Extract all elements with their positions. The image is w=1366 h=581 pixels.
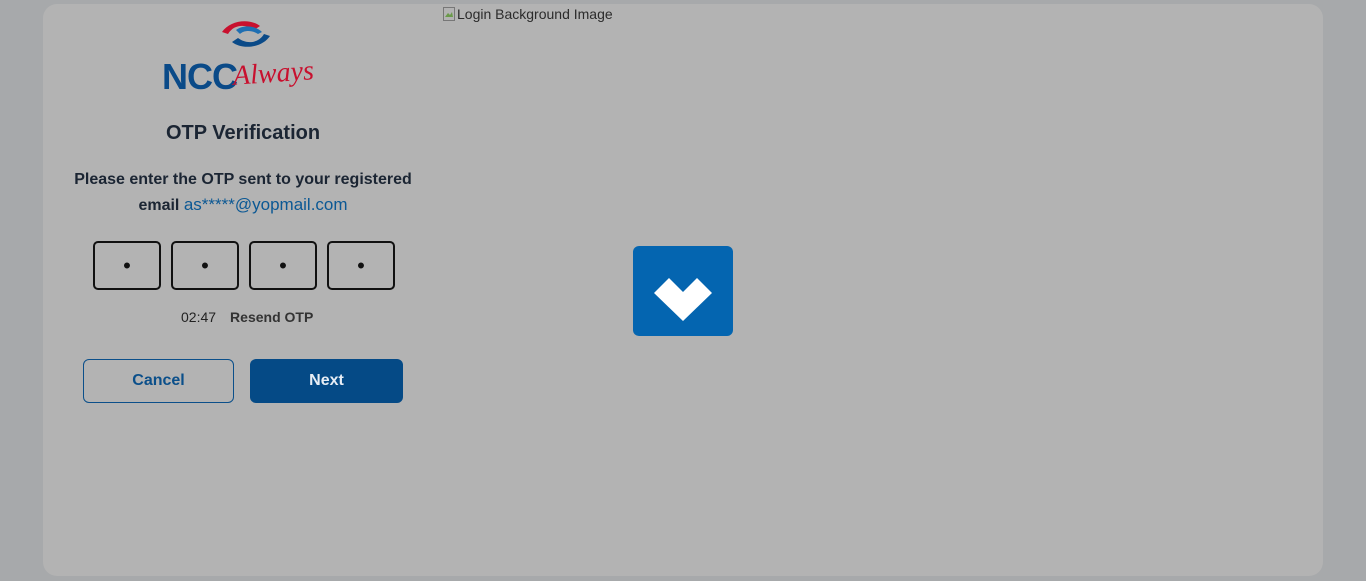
login-background-image: Login Background Image xyxy=(443,6,613,22)
heart-check-icon xyxy=(654,278,712,321)
broken-image-icon xyxy=(443,7,455,21)
instructions-email-prefix: email xyxy=(138,197,180,214)
otp-instructions: Please enter the OTP sent to your regist… xyxy=(43,167,443,218)
otp-timer-row: 02:47 Resend OTP xyxy=(181,309,313,325)
page-title: OTP Verification xyxy=(165,122,321,144)
cancel-button[interactable]: Cancel xyxy=(83,359,234,403)
otp-countdown: 02:47 xyxy=(181,309,217,325)
instructions-line-2: email as*****@yopmail.com xyxy=(43,192,443,218)
logo-swoosh-icon xyxy=(222,21,270,47)
ncc-always-logo: NCC Always xyxy=(160,18,330,100)
otp-digit-2[interactable]: • xyxy=(171,241,239,290)
resend-otp-link[interactable]: Resend OTP xyxy=(230,309,313,325)
masked-email: as*****@yopmail.com xyxy=(183,195,348,214)
loading-indicator xyxy=(633,246,733,336)
logo-brand-text: NCC xyxy=(162,56,238,97)
logo-script-text: Always xyxy=(231,55,315,92)
instructions-line-1: Please enter the OTP sent to your regist… xyxy=(74,171,412,188)
otp-digit-3[interactable]: • xyxy=(249,241,317,290)
otp-digit-1[interactable]: • xyxy=(93,241,161,290)
otp-digit-4[interactable]: • xyxy=(327,241,395,290)
next-button[interactable]: Next xyxy=(250,359,403,403)
otp-input-group: • • • • xyxy=(93,241,395,290)
background-image-alt-text: Login Background Image xyxy=(457,6,613,22)
